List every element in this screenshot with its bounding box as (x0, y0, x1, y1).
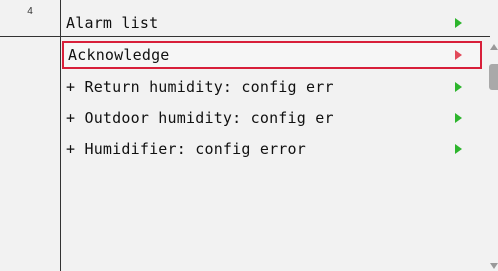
alarm-list-screen: 4 Alarm list Acknowledge + Return humidi… (0, 0, 498, 271)
menu-item-outdoor-humidity[interactable]: + Outdoor humidity: config er (62, 105, 480, 131)
chevron-right-icon (455, 50, 462, 60)
header-divider (0, 36, 490, 37)
chevron-right-icon (455, 82, 462, 92)
scroll-thumb[interactable] (489, 64, 498, 90)
menu-item-return-humidity[interactable]: + Return humidity: config err (62, 74, 480, 100)
vertical-divider (60, 0, 61, 271)
menu-item-label: + Humidifier: config error (66, 140, 306, 158)
scroll-down-icon[interactable] (490, 263, 498, 269)
chevron-right-icon (455, 113, 462, 123)
menu-title: Alarm list (66, 14, 159, 32)
menu-item-label: Acknowledge (68, 46, 170, 64)
menu-item-label: + Outdoor humidity: config er (66, 109, 334, 127)
chevron-right-icon (455, 144, 462, 154)
chevron-right-icon (455, 18, 462, 28)
page-index-number: 4 (27, 6, 33, 17)
scrollbar[interactable] (488, 42, 498, 271)
menu-title-row[interactable]: Alarm list (62, 10, 480, 36)
menu-item-humidifier[interactable]: + Humidifier: config error (62, 136, 480, 162)
menu-item-label: + Return humidity: config err (66, 78, 334, 96)
scroll-up-icon[interactable] (490, 44, 498, 50)
menu-item-acknowledge[interactable]: Acknowledge (62, 41, 482, 69)
index-column: 4 (0, 0, 60, 271)
